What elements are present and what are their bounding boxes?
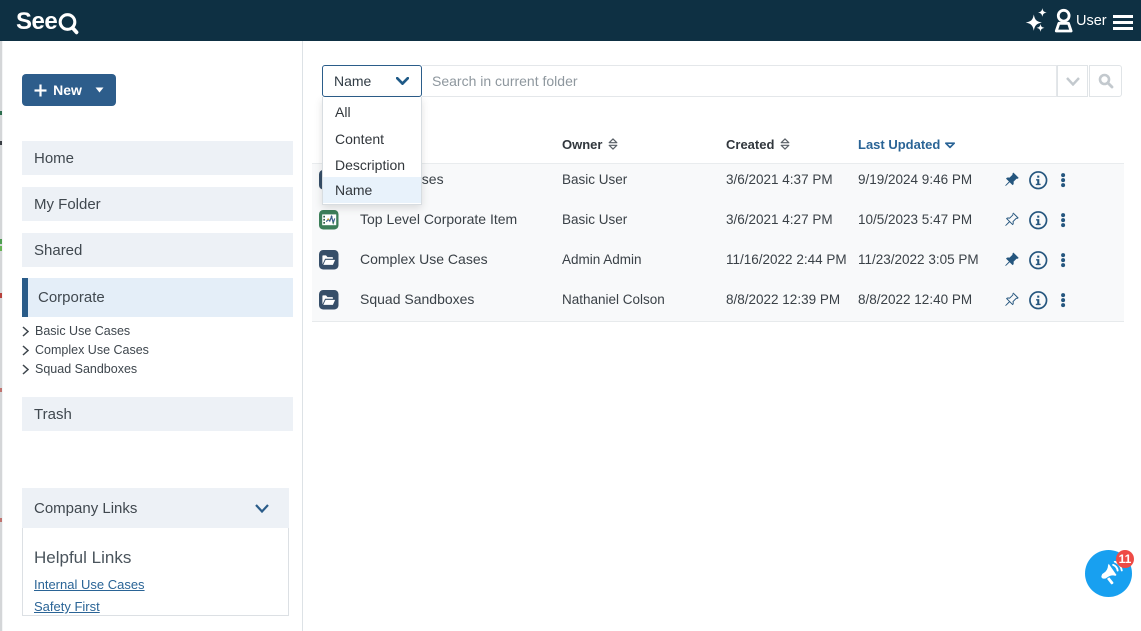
svg-text:See: See	[16, 8, 57, 35]
